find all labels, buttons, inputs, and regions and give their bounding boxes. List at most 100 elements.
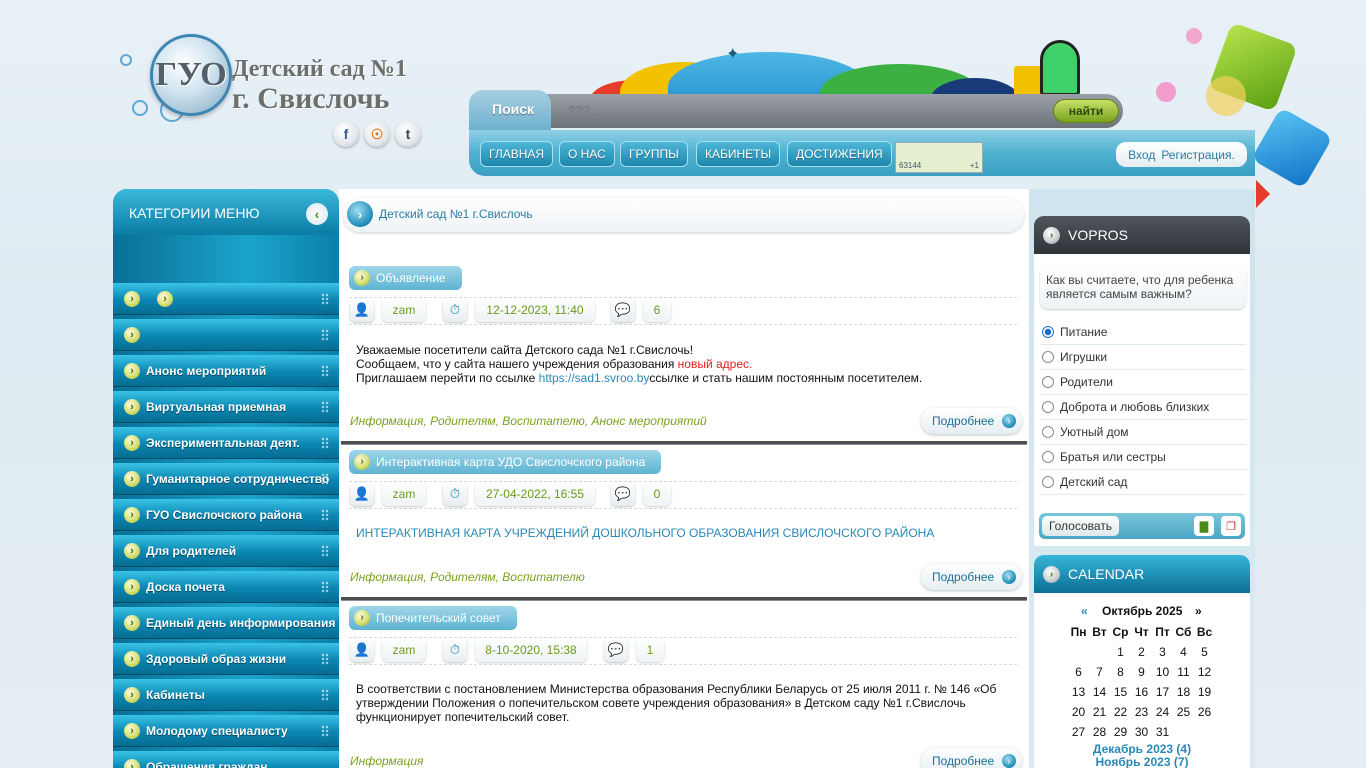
calendar-day[interactable]: 14: [1089, 685, 1110, 699]
post-author[interactable]: zam: [382, 638, 426, 662]
poll-option[interactable]: Питание: [1040, 320, 1246, 345]
breadcrumb-link[interactable]: Детский сад №1 г.Свислочь: [379, 207, 533, 221]
site-title[interactable]: Детский сад №1 г. Свислочь: [232, 54, 407, 114]
vote-button[interactable]: Голосовать: [1042, 516, 1119, 536]
post-comments[interactable]: 6: [643, 298, 671, 322]
post-link[interactable]: https://sad1.svroo.by: [539, 371, 650, 385]
results-chart-icon[interactable]: ▇: [1194, 516, 1214, 536]
post-author[interactable]: zam: [382, 482, 426, 506]
search-input[interactable]: [560, 98, 1050, 122]
sidebar-item[interactable]: › Здоровый образ жизни: [113, 643, 339, 675]
sidebar-item[interactable]: › Единый день информирования: [113, 607, 339, 639]
poll-option[interactable]: Родители: [1040, 370, 1246, 395]
calendar-day[interactable]: 24: [1152, 705, 1173, 719]
collapse-icon[interactable]: ‹: [306, 203, 328, 225]
post-comments[interactable]: 1: [636, 638, 664, 662]
calendar-day[interactable]: 2: [1131, 645, 1152, 659]
radio-button[interactable]: [1042, 376, 1054, 388]
calendar-day[interactable]: 29: [1110, 725, 1131, 739]
tumblr-icon[interactable]: t: [395, 121, 421, 147]
calendar-day[interactable]: 30: [1131, 725, 1152, 739]
calendar-day[interactable]: 21: [1089, 705, 1110, 719]
poll-option[interactable]: Игрушки: [1040, 345, 1246, 370]
calendar-next[interactable]: »: [1195, 604, 1202, 618]
post-tags[interactable]: Информация, Родителям, Воспитателю: [350, 570, 585, 584]
search-button[interactable]: найти: [1053, 99, 1119, 123]
calendar-day[interactable]: 4: [1173, 645, 1194, 659]
calendar-day[interactable]: 17: [1152, 685, 1173, 699]
calendar-day[interactable]: 1: [1110, 645, 1131, 659]
radio-button[interactable]: [1042, 326, 1054, 338]
radio-button[interactable]: [1042, 426, 1054, 438]
poll-option[interactable]: Доброта и любовь близких: [1040, 395, 1246, 420]
login-link[interactable]: Вход: [1128, 148, 1155, 162]
radio-button[interactable]: [1042, 476, 1054, 488]
calendar-day[interactable]: 13: [1068, 685, 1089, 699]
calendar-day[interactable]: 25: [1173, 705, 1194, 719]
calendar-day[interactable]: 28: [1089, 725, 1110, 739]
calendar-day[interactable]: 31: [1152, 725, 1173, 739]
post-author[interactable]: zam: [382, 298, 426, 322]
sidebar-item-empty[interactable]: › ›: [113, 283, 339, 315]
post-title[interactable]: › Интерактивная карта УДО Свислочского р…: [349, 450, 662, 474]
radio-button[interactable]: [1042, 351, 1054, 363]
post-title[interactable]: › Объявление: [349, 266, 462, 290]
sidebar-item[interactable]: › ГУО Свислочского района: [113, 499, 339, 531]
calendar-prev[interactable]: «: [1081, 604, 1088, 618]
calendar-day[interactable]: 16: [1131, 685, 1152, 699]
sidebar-item[interactable]: › Для родителей: [113, 535, 339, 567]
radio-button[interactable]: [1042, 401, 1054, 413]
calendar-day[interactable]: 15: [1110, 685, 1131, 699]
calendar-day[interactable]: 5: [1194, 645, 1215, 659]
calendar-day[interactable]: 26: [1194, 705, 1215, 719]
calendar-day[interactable]: 20: [1068, 705, 1089, 719]
rss-icon[interactable]: ☉: [364, 121, 390, 147]
post-tags[interactable]: Информация, Родителям, Воспитателю, Анон…: [350, 414, 707, 428]
visit-counter[interactable]: 63144 +1: [895, 142, 983, 173]
more-button[interactable]: Подробнее ›: [921, 748, 1022, 768]
register-link[interactable]: Регистрация.: [1161, 148, 1234, 162]
calendar-day[interactable]: 23: [1131, 705, 1152, 719]
calendar-day[interactable]: 12: [1194, 665, 1215, 679]
sidebar-item[interactable]: › Обращения граждан: [113, 751, 339, 768]
more-button[interactable]: Подробнее ›: [921, 564, 1022, 590]
sidebar-item-empty[interactable]: ›: [113, 319, 339, 351]
facebook-icon[interactable]: f: [333, 121, 359, 147]
calendar-day[interactable]: 18: [1173, 685, 1194, 699]
sidebar-item[interactable]: › Кабинеты: [113, 679, 339, 711]
poll-option[interactable]: Братья или сестры: [1040, 445, 1246, 470]
archive-link[interactable]: Декабрь 2023 (4): [1034, 742, 1250, 756]
calendar-day[interactable]: 11: [1173, 665, 1194, 679]
calendar-day[interactable]: 10: [1152, 665, 1173, 679]
calendar-day[interactable]: 19: [1194, 685, 1215, 699]
nav-item-about[interactable]: О НАС: [559, 141, 615, 167]
sidebar-item[interactable]: › Анонс мероприятий: [113, 355, 339, 387]
sidebar-item[interactable]: › Молодому специалисту: [113, 715, 339, 747]
radio-button[interactable]: [1042, 451, 1054, 463]
sidebar-item[interactable]: › Гуманитарное сотрудничество: [113, 463, 339, 495]
archive-link[interactable]: Ноябрь 2023 (7): [1034, 755, 1250, 768]
post-comments[interactable]: 0: [643, 482, 671, 506]
nav-item-rooms[interactable]: КАБИНЕТЫ: [696, 141, 781, 167]
nav-item-home[interactable]: ГЛАВНАЯ: [480, 141, 554, 167]
nav-item-groups[interactable]: ГРУППЫ: [620, 141, 688, 167]
calendar-day[interactable]: 27: [1068, 725, 1089, 739]
sidebar-item[interactable]: › Доска почета: [113, 571, 339, 603]
poll-option[interactable]: Детский сад: [1040, 470, 1246, 495]
calendar-day[interactable]: 9: [1131, 665, 1152, 679]
poll-option[interactable]: Уютный дом: [1040, 420, 1246, 445]
post-tags[interactable]: Информация: [350, 754, 423, 768]
sidebar-item[interactable]: › Экспериментальная деят.: [113, 427, 339, 459]
calendar-day[interactable]: 8: [1110, 665, 1131, 679]
nav-item-achievements[interactable]: ДОСТИЖЕНИЯ: [787, 141, 892, 167]
more-button[interactable]: Подробнее ›: [921, 408, 1022, 434]
calendar-day[interactable]: 22: [1110, 705, 1131, 719]
post-title[interactable]: › Попечительский совет: [349, 606, 517, 630]
calendar-day[interactable]: 3: [1152, 645, 1173, 659]
logo[interactable]: ГУО: [150, 34, 232, 116]
calendar-day[interactable]: 7: [1089, 665, 1110, 679]
sidebar-item[interactable]: › Виртуальная приемная: [113, 391, 339, 423]
post-link[interactable]: ИНТЕРАКТИВНАЯ КАРТА УЧРЕЖДЕНИЙ ДОШКОЛЬНО…: [356, 526, 934, 540]
all-polls-icon[interactable]: ❐: [1221, 516, 1241, 536]
calendar-day[interactable]: 6: [1068, 665, 1089, 679]
